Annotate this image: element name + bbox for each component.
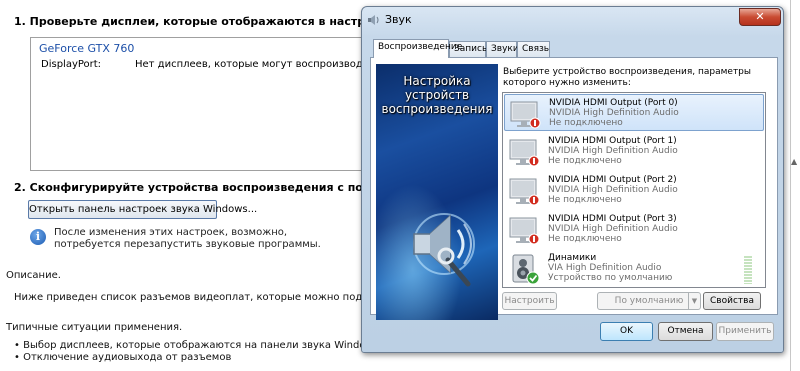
monitor-icon [509, 178, 540, 206]
info-icon: i [30, 229, 46, 245]
device-item[interactable]: Динамики VIA High Definition Audio Устро… [504, 250, 764, 287]
port-label: DisplayPort: [41, 59, 102, 70]
device-name: Динамики [548, 253, 597, 263]
restart-info-text: После изменения этих настроек, возможно,… [54, 227, 321, 250]
chevron-down-icon[interactable]: ▼ [688, 293, 700, 309]
ok-button[interactable]: OK [600, 322, 653, 341]
device-item[interactable]: NVIDIA HDMI Output (Port 3) NVIDIA High … [504, 211, 764, 248]
device-list[interactable]: NVIDIA HDMI Output (Port 0) NVIDIA High … [502, 92, 766, 288]
gpu-audio-box: GeForce GTX 760 DisplayPort: Нет дисплее… [30, 37, 407, 171]
device-item[interactable]: NVIDIA HDMI Output (Port 2) NVIDIA High … [504, 172, 764, 209]
tab-playback[interactable]: Воспроизведение [373, 39, 462, 58]
device-name: NVIDIA HDMI Output (Port 3) [548, 214, 677, 224]
device-driver: NVIDIA High Definition Audio [549, 108, 679, 118]
device-status: Не подключено [548, 234, 622, 244]
device-item[interactable]: NVIDIA HDMI Output (Port 0) NVIDIA High … [504, 94, 764, 131]
open-sound-settings-button[interactable]: Открыть панель настроек звука Windows... [28, 200, 257, 219]
monitor-icon [509, 139, 540, 167]
dialog-title: Звук [385, 13, 412, 26]
device-driver: NVIDIA High Definition Audio [548, 224, 678, 234]
cancel-button[interactable]: Отмена [658, 322, 713, 341]
description-label: Описание. [6, 270, 61, 281]
configure-button[interactable]: Настроить [502, 292, 557, 310]
speaker-graphic-icon [413, 213, 475, 287]
volume-level-meter [744, 256, 752, 284]
device-status: Не подключено [549, 118, 623, 128]
tab-communications[interactable]: Связь [517, 41, 550, 57]
instruction-text: Выберите устройство воспроизведения, пар… [503, 67, 752, 88]
tab-sounds[interactable]: Звуки [486, 41, 519, 57]
gpu-name: GeForce GTX 760 [39, 42, 135, 55]
device-name: NVIDIA HDMI Output (Port 1) [548, 136, 677, 146]
banner-title: Настройка устройств воспроизведения [381, 74, 493, 116]
apply-button[interactable]: Применить [716, 322, 774, 341]
device-status: Не подключено [548, 195, 622, 205]
close-button[interactable]: ✕ [739, 8, 781, 26]
speakers-icon [512, 254, 540, 285]
page-scrollbar[interactable] [790, 0, 791, 371]
device-driver: NVIDIA High Definition Audio [548, 146, 678, 156]
speaker-icon [368, 15, 379, 25]
device-name: NVIDIA HDMI Output (Port 0) [549, 98, 678, 108]
properties-button[interactable]: Свойства [703, 292, 761, 310]
sound-dialog: Звук ✕ Воспроизведение Запись Звуки Связ… [361, 6, 784, 353]
playback-banner: Настройка устройств воспроизведения [376, 64, 498, 320]
device-driver: NVIDIA High Definition Audio [548, 185, 678, 195]
device-item[interactable]: NVIDIA HDMI Output (Port 1) NVIDIA High … [504, 133, 764, 170]
scroll-up-icon[interactable]: ▲ [791, 157, 797, 166]
device-name: NVIDIA HDMI Output (Port 2) [548, 175, 677, 185]
device-status: Не подключено [548, 156, 622, 166]
device-driver: VIA High Definition Audio [548, 263, 662, 273]
set-default-dropdown[interactable]: По умолчанию ▼ [597, 292, 701, 310]
situation-item: • Отключение аудиовыхода от разъемов [14, 352, 232, 363]
device-status: Устройство по умолчанию [548, 273, 673, 283]
situations-label: Типичные ситуации применения. [6, 322, 183, 333]
playback-panel: Настройка устройств воспроизведения Выбе… [370, 57, 778, 320]
monitor-icon [510, 101, 541, 129]
set-default-label: По умолчанию [614, 296, 684, 306]
monitor-icon [509, 217, 540, 245]
